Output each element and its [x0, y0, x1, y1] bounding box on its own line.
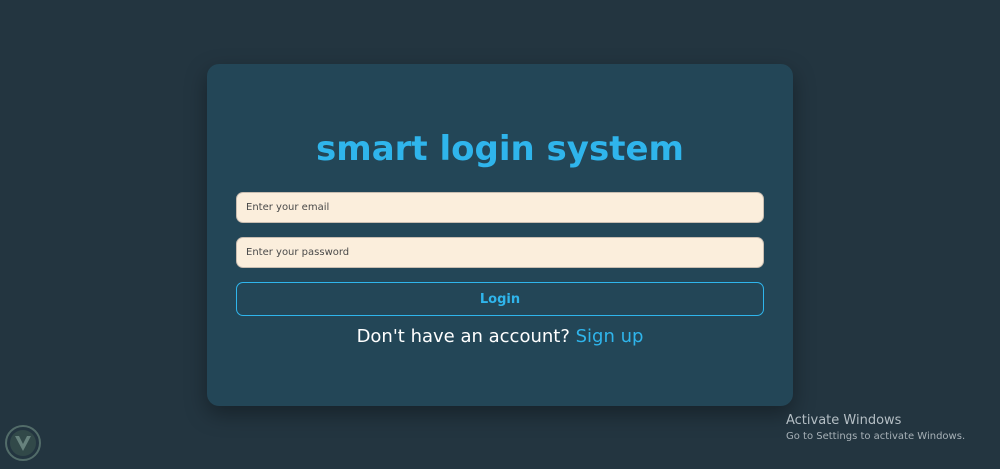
signup-link[interactable]: Sign up [576, 326, 644, 347]
password-input[interactable] [236, 237, 764, 268]
activate-windows-watermark: Activate Windows Go to Settings to activ… [786, 412, 965, 444]
email-input[interactable] [236, 192, 764, 223]
shield-logo-icon [5, 425, 41, 461]
page-title: smart login system [316, 129, 684, 169]
login-card: smart login system Login Don't have an a… [207, 64, 793, 406]
signup-prompt: Don't have an account? Sign up [207, 324, 793, 350]
signup-prompt-text: Don't have an account? [356, 326, 576, 347]
watermark-subtitle: Go to Settings to activate Windows. [786, 431, 966, 442]
login-button[interactable]: Login [236, 282, 764, 316]
watermark-title: Activate Windows [786, 413, 902, 428]
